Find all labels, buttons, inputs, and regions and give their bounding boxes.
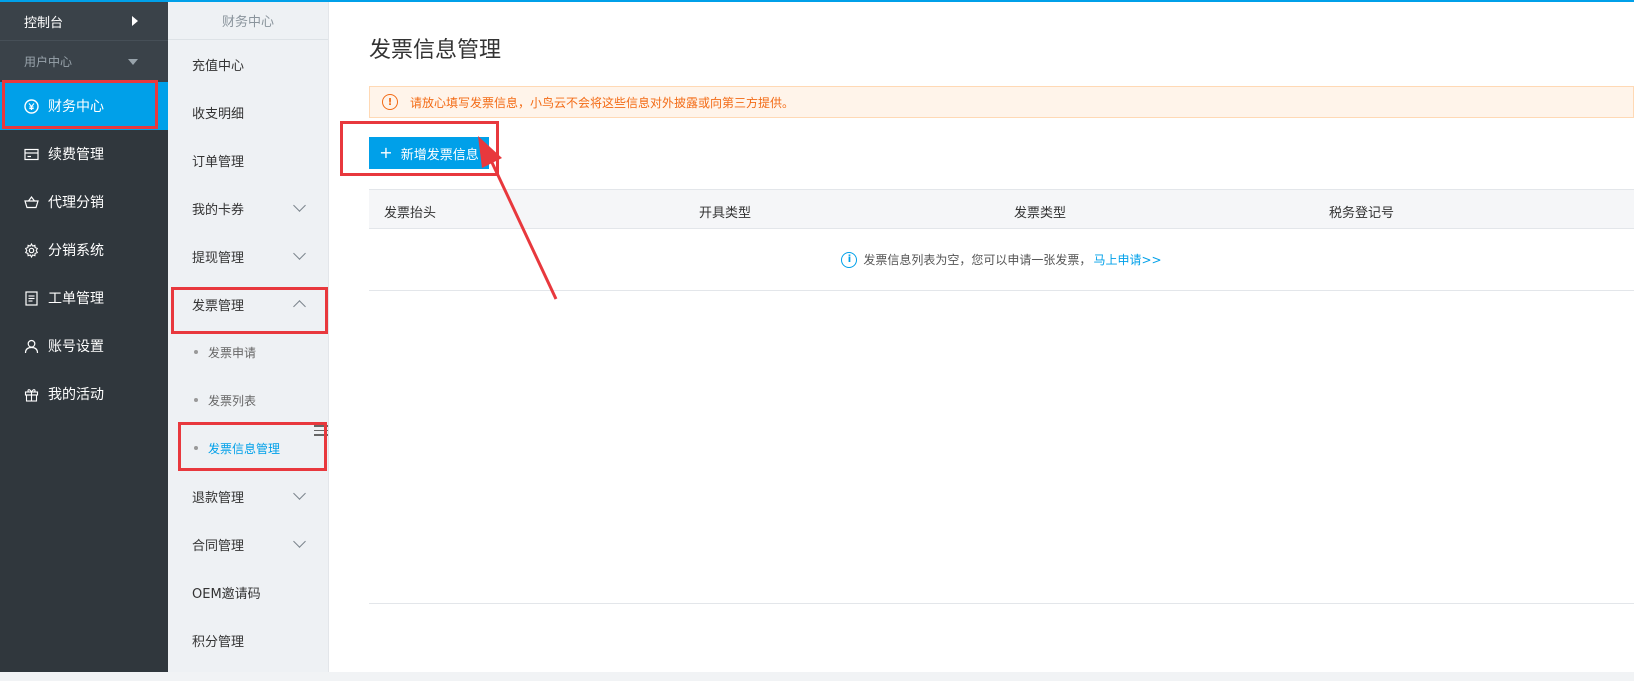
sidebar-console-label: 控制台 <box>24 15 64 31</box>
sidebar-item-label: 续费管理 <box>48 147 104 163</box>
subnav-item-oem[interactable]: OEM邀请码 <box>168 568 328 616</box>
collapse-menu-icon[interactable] <box>314 425 328 439</box>
caret-down-icon <box>128 58 138 65</box>
subnav-child-invoice-apply[interactable]: 发票申请 <box>168 328 328 376</box>
subnav-item-recharge[interactable]: 充值中心 <box>168 40 328 88</box>
bullet-dot <box>194 446 198 450</box>
chevron-down-icon <box>293 199 306 212</box>
subnav-item-label: 积分管理 <box>192 634 245 650</box>
subnav-child-invoice-info[interactable]: 发票信息管理 <box>168 424 328 472</box>
column-header-title: 发票抬头 <box>384 206 437 221</box>
sidebar-item-label: 分销系统 <box>48 243 104 259</box>
yen-circle-icon <box>24 98 39 114</box>
plus-icon: + <box>379 143 393 162</box>
subnav-item-refund[interactable]: 退款管理 <box>168 472 328 520</box>
column-header-issue-type: 开具类型 <box>699 206 752 221</box>
column-header-tax-id: 税务登记号 <box>1329 206 1395 221</box>
sidebar-item-finance[interactable]: 财务中心 <box>0 82 168 130</box>
subnav-child-label: 发票申请 <box>208 345 257 360</box>
user-icon <box>24 339 39 354</box>
main-sidebar: 控制台 用户中心 财务中心 续费管理 代理分销 分销系统 工单管理 账号设置 我… <box>0 2 168 672</box>
subnav-child-label: 发票信息管理 <box>208 441 281 456</box>
warning-icon: ! <box>382 94 398 110</box>
subnav-child-invoice-list[interactable]: 发票列表 <box>168 376 328 424</box>
top-accent-line <box>0 0 1634 2</box>
caret-right-icon <box>132 16 138 26</box>
notice-text: 请放心填写发票信息，小鸟云不会将这些信息对外披露或向第三方提供。 <box>410 95 795 110</box>
subnav-child-label: 发票列表 <box>208 393 257 408</box>
page-title: 发票信息管理 <box>369 38 502 63</box>
subnav-item-label: 充值中心 <box>192 58 245 74</box>
info-icon: i <box>841 251 858 268</box>
notice-banner: ! 请放心填写发票信息，小鸟云不会将这些信息对外披露或向第三方提供。 <box>369 86 1634 118</box>
document-icon <box>24 290 39 306</box>
table-header: 发票抬头 开具类型 发票类型 税务登记号 <box>369 189 1634 229</box>
chevron-down-icon <box>293 247 306 260</box>
subnav-item-label: 提现管理 <box>192 250 245 266</box>
subnav-item-label: 退款管理 <box>192 490 245 506</box>
add-invoice-info-button[interactable]: + 新增发票信息 <box>369 137 489 169</box>
column-header-invoice-type: 发票类型 <box>1014 206 1067 221</box>
sidebar-user-center-label: 用户中心 <box>24 55 73 69</box>
sidebar-item-label: 账号设置 <box>48 339 104 355</box>
subnav-item-label: 发票管理 <box>192 298 245 314</box>
chevron-down-icon <box>293 535 306 548</box>
sidebar-item-label: 我的活动 <box>48 387 104 403</box>
bullet-dot <box>194 398 198 402</box>
chevron-down-icon <box>293 487 306 500</box>
subnav-item-label: OEM邀请码 <box>192 586 261 602</box>
subnav-item-withdraw[interactable]: 提现管理 <box>168 232 328 280</box>
gear-icon <box>24 242 39 258</box>
sidebar-item-label: 工单管理 <box>48 291 104 307</box>
subnav-item-coupons[interactable]: 我的卡券 <box>168 184 328 232</box>
sidebar-item-account[interactable]: 账号设置 <box>0 322 168 370</box>
subnav-item-points[interactable]: 积分管理 <box>168 616 328 664</box>
main-content: 发票信息管理 ! 请放心填写发票信息，小鸟云不会将这些信息对外披露或向第三方提供… <box>329 2 1634 672</box>
subnav-item-label: 订单管理 <box>192 154 245 170</box>
bottom-bar <box>0 672 1634 681</box>
gift-icon <box>24 387 39 402</box>
subnav-item-orders[interactable]: 订单管理 <box>168 136 328 184</box>
subnav-header: 财务中心 <box>168 2 328 40</box>
finance-subnav: 财务中心 充值中心 收支明细 订单管理 我的卡券 提现管理 发票管理 发票申请 … <box>168 2 329 672</box>
subnav-item-transactions[interactable]: 收支明细 <box>168 88 328 136</box>
sidebar-console[interactable]: 控制台 <box>0 2 168 40</box>
subnav-item-invoice[interactable]: 发票管理 <box>168 280 328 328</box>
sidebar-item-renewal[interactable]: 续费管理 <box>0 130 168 178</box>
sidebar-item-label: 代理分销 <box>48 195 104 211</box>
apply-now-link[interactable]: 马上申请>> <box>1093 251 1161 268</box>
sidebar-item-activities[interactable]: 我的活动 <box>0 370 168 418</box>
card-icon <box>24 147 39 162</box>
subnav-item-label: 收支明细 <box>192 106 245 122</box>
add-invoice-info-label: 新增发票信息 <box>400 147 479 163</box>
subnav-item-label: 合同管理 <box>192 538 245 554</box>
sidebar-item-label: 财务中心 <box>48 99 104 115</box>
sidebar-user-center[interactable]: 用户中心 <box>0 40 168 82</box>
table-bottom-divider <box>369 603 1634 604</box>
bullet-dot <box>194 350 198 354</box>
subnav-item-label: 我的卡券 <box>192 202 245 218</box>
sidebar-item-tickets[interactable]: 工单管理 <box>0 274 168 322</box>
basket-icon <box>24 195 39 210</box>
sidebar-item-distribution[interactable]: 分销系统 <box>0 226 168 274</box>
subnav-item-contract[interactable]: 合同管理 <box>168 520 328 568</box>
empty-text: 发票信息列表为空，您可以申请一张发票， <box>863 253 1092 267</box>
chevron-up-icon <box>293 300 306 313</box>
table-empty-row: i 发票信息列表为空，您可以申请一张发票， 马上申请>> <box>369 229 1634 291</box>
sidebar-item-agent[interactable]: 代理分销 <box>0 178 168 226</box>
